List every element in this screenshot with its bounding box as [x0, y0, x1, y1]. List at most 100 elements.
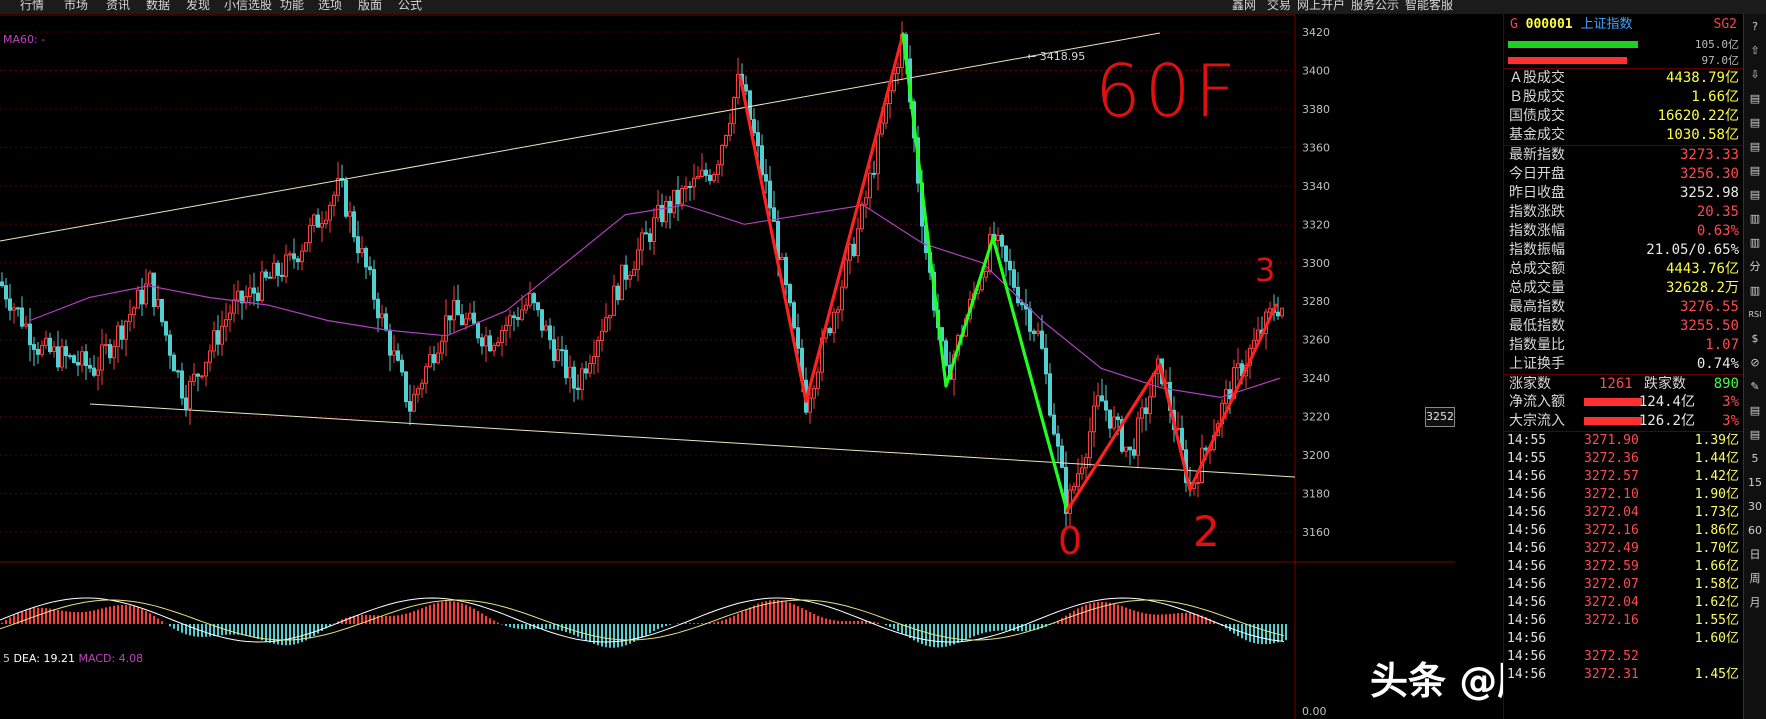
candle: [260, 260, 264, 304]
ma60-label: MA60: -: [3, 33, 46, 46]
strength-bar: [1508, 57, 1627, 64]
toolbar-button-15[interactable]: ✎: [1746, 378, 1764, 396]
menu-item-9[interactable]: 公式: [398, 0, 422, 13]
candle: [1104, 384, 1108, 422]
candle: [764, 158, 768, 194]
stat-label: 指数量比: [1509, 337, 1565, 353]
stat-value: 3255.50: [1679, 318, 1739, 334]
toolbar-button-23[interactable]: 周: [1746, 570, 1764, 588]
down-count-label: 跌家数: [1644, 376, 1686, 392]
candle: [448, 315, 452, 335]
panel-tag: SG2: [1713, 17, 1737, 32]
menu-item-8[interactable]: 版面: [358, 0, 382, 13]
candle: [264, 269, 268, 281]
tick-volume: 1.73亿: [1694, 505, 1739, 520]
down-count-value: 890: [1713, 376, 1739, 392]
candle: [1144, 397, 1148, 431]
menu-right-item-2[interactable]: 网上开户: [1297, 0, 1345, 13]
turnover-row: Ａ股成交 4438.79亿: [1504, 69, 1743, 88]
flow-pct: 3%: [1722, 394, 1739, 410]
toolbar-button-22[interactable]: 日: [1746, 546, 1764, 564]
menu-item-3[interactable]: 数据: [146, 0, 170, 13]
toolbar-button-18[interactable]: 5: [1746, 450, 1764, 468]
toolbar-button-21[interactable]: 60: [1746, 522, 1764, 540]
toolbar-button-4[interactable]: ▤: [1746, 114, 1764, 132]
tick-row: 14:56 1.60亿: [1504, 630, 1743, 648]
high-price-value: 3418.95: [1039, 50, 1086, 63]
candle: [944, 337, 948, 368]
candle: [204, 361, 208, 387]
menu-item-5[interactable]: 小信选股: [224, 0, 272, 13]
dea-label: DEA: 19.21: [13, 652, 75, 665]
toolbar-button-11[interactable]: ▥: [1746, 282, 1764, 300]
candle: [840, 280, 844, 322]
menu-item-7[interactable]: 选项: [318, 0, 342, 13]
menu-item-1[interactable]: 市场: [64, 0, 88, 13]
candle: [624, 255, 628, 290]
tick-volume: 1.55亿: [1694, 613, 1739, 628]
toolbar-button-0[interactable]: ?: [1746, 18, 1764, 36]
candle: [592, 339, 596, 375]
candle: [360, 236, 364, 258]
flow-label: 大宗流入: [1509, 413, 1565, 429]
candle: [4, 277, 8, 308]
tick-time: 14:56: [1507, 523, 1547, 538]
toolbar-button-5[interactable]: ▤: [1746, 138, 1764, 156]
tick-time: 14:56: [1507, 613, 1547, 628]
toolbar-button-12[interactable]: RSI: [1746, 306, 1764, 324]
toolbar-button-20[interactable]: 30: [1746, 498, 1764, 516]
menu-right-item-0[interactable]: 鑫网: [1232, 0, 1256, 13]
stat-label: 总成交量: [1509, 280, 1565, 296]
menu-right-item-1[interactable]: 交易: [1267, 0, 1291, 13]
toolbar-button-13[interactable]: $: [1746, 330, 1764, 348]
tick-row: 14:56 3272.49 1.70亿: [1504, 540, 1743, 558]
candle: [212, 321, 216, 359]
y-tick-label: 3160: [1302, 526, 1330, 539]
candle: [44, 330, 48, 350]
stat-label: 指数振幅: [1509, 242, 1565, 258]
toolbar-button-8[interactable]: ▥: [1746, 210, 1764, 228]
kline-chart[interactable]: 3420 3400 3380 3360 3340 3320 3300 3280 3260 3240…: [0, 14, 1455, 719]
toolbar-button-9[interactable]: ▥: [1746, 234, 1764, 252]
tick-row: 14:56 3272.10 1.90亿: [1504, 486, 1743, 504]
candle: [844, 256, 848, 290]
menu-item-4[interactable]: 发现: [186, 0, 210, 13]
toolbar-button-7[interactable]: ▤: [1746, 186, 1764, 204]
stat-row: 指数涨幅 0.63%: [1504, 222, 1743, 241]
tick-price: 3272.57: [1584, 469, 1639, 484]
panel-title[interactable]: G 000001 上证指数 SG2: [1504, 14, 1743, 36]
candle: [488, 329, 492, 353]
stat-row: 上证换手 0.74%: [1504, 355, 1743, 374]
candle: [600, 318, 604, 352]
toolbar-button-16[interactable]: ▤: [1746, 402, 1764, 420]
candle: [524, 297, 528, 314]
toolbar-button-1[interactable]: ⇧: [1746, 42, 1764, 60]
menu-right-item-3[interactable]: 服务公示: [1351, 0, 1399, 13]
menu-item-2[interactable]: 资讯: [106, 0, 130, 13]
flow-value: 124.4亿: [1638, 394, 1695, 410]
y-tick-label: 3200: [1302, 449, 1330, 462]
toolbar-button-10[interactable]: 分: [1746, 258, 1764, 276]
candle: [380, 304, 384, 327]
toolbar-button-14[interactable]: ⊘: [1746, 354, 1764, 372]
high-price-label: ← 3418.95: [1027, 50, 1086, 63]
toolbar-button-19[interactable]: 15: [1746, 474, 1764, 492]
candle: [280, 262, 284, 282]
toolbar-button-2[interactable]: ⇩: [1746, 66, 1764, 84]
stat-row: 总成交额 4443.76亿: [1504, 260, 1743, 279]
tick-time: 14:56: [1507, 559, 1547, 574]
candle: [268, 271, 272, 279]
candle: [160, 298, 164, 327]
candle: [76, 350, 80, 377]
candle: [1108, 409, 1112, 439]
toolbar-button-24[interactable]: 月: [1746, 594, 1764, 612]
stat-label: 今日开盘: [1509, 166, 1565, 182]
menu-right-item-4[interactable]: 智能客服: [1405, 0, 1453, 13]
candle: [24, 315, 28, 330]
toolbar-button-17[interactable]: ▤: [1746, 426, 1764, 444]
menu-item-6[interactable]: 功能: [280, 0, 304, 13]
toolbar-button-6[interactable]: ▤: [1746, 162, 1764, 180]
toolbar-button-3[interactable]: ▤: [1746, 90, 1764, 108]
menu-item-0[interactable]: 行情: [20, 0, 44, 13]
tick-list[interactable]: 14:55 3271.90 1.39亿 14:55 3272.36 1.44亿 14:56 3…: [1504, 431, 1743, 684]
